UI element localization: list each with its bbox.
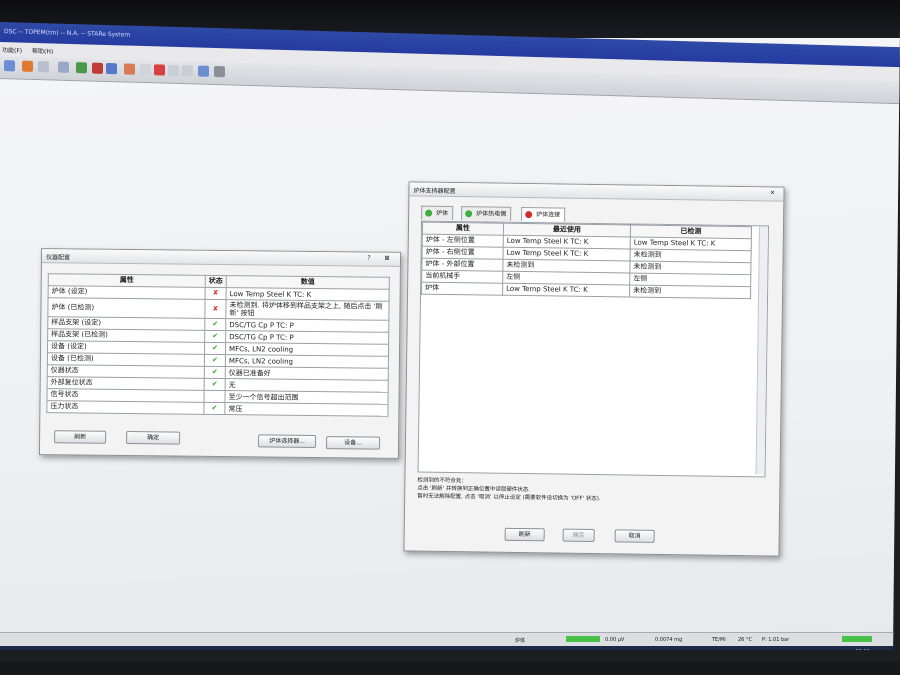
furnace-selector-button[interactable]: 炉体选择器... <box>258 434 317 449</box>
dialog-title: 炉体支持器配置 <box>413 187 456 196</box>
col-status: 状态 <box>205 275 227 288</box>
table-row[interactable]: 压力状态 ✔ 常压 <box>46 400 388 417</box>
row-property: 压力状态 <box>46 400 204 415</box>
tab-furnace-connection[interactable]: 炉体连接 <box>521 206 566 222</box>
row-property: 炉体 - 左侧位置 <box>422 234 504 248</box>
row-detected: 未检测到 <box>629 284 751 299</box>
status-temp: 26 °C <box>738 637 752 643</box>
device-button[interactable]: 设备... <box>326 436 381 450</box>
row-property: 炉体 - 右侧位置 <box>422 246 504 260</box>
row-property: 炉体 - 外部位置 <box>421 258 504 272</box>
error-icon: ✘ <box>205 287 227 300</box>
window-icon[interactable] <box>140 63 151 76</box>
check-icon: ✔ <box>204 318 226 331</box>
check-icon[interactable] <box>4 60 15 72</box>
tab-furnace[interactable]: 炉体 <box>421 205 454 221</box>
scrollbar[interactable] <box>755 226 769 475</box>
error-icon: ✘ <box>204 299 227 319</box>
message-area: 检测到的不符合处： 点击 '刷新' 并转换到正确位置中读取硬件状态. 暂时无法解… <box>417 477 763 512</box>
monitor-bezel-bottom <box>0 662 900 675</box>
check-icon: ✔ <box>204 354 226 367</box>
check-icon: ✔ <box>203 402 225 415</box>
close-icon[interactable]: ✕ <box>767 189 777 197</box>
furnace-holder-config-dialog: 炉体支持器配置 ✕ 炉体 炉体热电偶 炉体连接 属性 最近使用 已检测 炉体 -… <box>403 181 785 557</box>
status-ok-icon <box>425 209 433 217</box>
row-last-used: Low Temp Steel K TC: K <box>502 283 630 297</box>
menu-function[interactable]: 功能(F) <box>2 45 22 55</box>
refresh-button[interactable]: 刷新 <box>54 430 107 444</box>
tab-furnace-thermocouple[interactable]: 炉体热电偶 <box>461 206 512 221</box>
status-ok-icon <box>465 210 473 218</box>
status-indicator <box>842 636 872 642</box>
help-icon[interactable]: ? <box>364 255 374 263</box>
status-signal: 0.00 μV <box>605 637 625 643</box>
screen: DSC -- TOPEM(tm) -- N.A. -- STARe System… <box>0 0 900 658</box>
status-pressure: P: 1.01 bar <box>762 637 790 643</box>
check-icon: ✔ <box>204 342 226 355</box>
row-value: 常压 <box>224 402 388 417</box>
tool-icon[interactable] <box>76 62 87 74</box>
refresh-button[interactable]: 刷新 <box>504 527 545 542</box>
status-empty <box>203 390 226 403</box>
doc-icon[interactable] <box>168 64 179 76</box>
tray-icons[interactable] <box>730 650 790 658</box>
cancel-button[interactable]: 取消 <box>614 529 655 543</box>
tab-content: 属性 最近使用 已检测 炉体 - 左侧位置 Low Temp Steel K TC… <box>417 220 770 478</box>
ok-button[interactable]: 确定 <box>126 431 181 445</box>
furnace-icon[interactable] <box>92 62 103 74</box>
grid-icon[interactable] <box>124 63 135 75</box>
ok-button-disabled[interactable]: 确定 <box>562 528 595 543</box>
menu-help[interactable]: 帮助(H) <box>32 46 53 56</box>
dialog-caption: 炉体支持器配置 ✕ <box>409 182 784 202</box>
status-bar: 炉体 0.00 μV 0.0074 mg TE/MI 26 °C P: 1.01… <box>0 632 900 647</box>
instrument-config-dialog: 仪器配置 ? ⊠ 属性 状态 数值 炉体 (设定) ✘ Low Temp Steel… <box>38 248 402 459</box>
chart-icon[interactable] <box>22 60 33 72</box>
settings-icon[interactable] <box>214 65 225 78</box>
list-icon[interactable] <box>58 61 69 73</box>
doc2-icon[interactable] <box>182 65 193 77</box>
dialog-title: 仪器配置 <box>45 254 71 262</box>
sample-icon[interactable] <box>154 64 165 76</box>
row-property: 炉体 <box>421 282 503 296</box>
table-icon[interactable] <box>38 61 49 73</box>
status-state: TE/MI <box>712 637 726 643</box>
col-property: 属性 <box>422 222 504 236</box>
signal-bar <box>566 636 600 642</box>
gear-icon[interactable] <box>106 62 117 75</box>
monitor-icon[interactable] <box>198 65 209 77</box>
check-icon: ✔ <box>204 366 226 379</box>
row-property: 炉体 (已检测) <box>47 297 206 319</box>
check-icon: ✔ <box>204 330 226 343</box>
status-label: 炉体 <box>515 638 526 644</box>
check-icon: ✔ <box>204 378 226 391</box>
furnace-table: 属性 最近使用 已检测 炉体 - 左侧位置 Low Temp Steel K TC… <box>421 221 753 300</box>
instrument-table: 属性 状态 数值 炉体 (设定) ✘ Low Temp Steel K TC: K炉… <box>46 273 390 417</box>
app-title: DSC -- TOPEM(tm) -- N.A. -- STARe System <box>4 28 131 39</box>
row-value: 未检测到. 将炉体移到样品支架之上, 随后点击 '刷新' 按钮 <box>225 299 390 321</box>
dialog-caption: 仪器配置 ? ⊠ <box>41 249 401 267</box>
close-icon[interactable]: ⊠ <box>382 255 392 263</box>
row-property: 当前机械手 <box>421 270 503 284</box>
status-error-icon <box>525 211 533 219</box>
status-mass: 0.0074 mg <box>655 637 683 643</box>
clock-time: 19:11 <box>855 649 870 655</box>
